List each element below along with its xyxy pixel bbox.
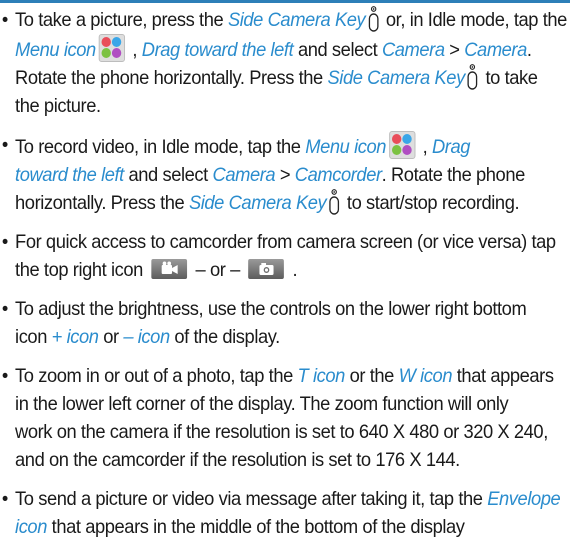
top-rule (0, 0, 570, 3)
bullet: • (1, 231, 8, 253)
side-camera-key-icon (367, 6, 379, 32)
list-item-zoom: • To zoom in or out of a photo, tap the … (0, 362, 570, 474)
menu-icon (388, 131, 416, 159)
list-item-record-video: • To record video, in Idle mode, tap the… (0, 131, 570, 217)
list-item-take-picture: • To take a picture, press the Side Came… (0, 6, 570, 120)
list-item-quick-access: • For quick access to camcorder from cam… (0, 228, 570, 284)
list-item-brightness: • To adjust the brightness, use the cont… (0, 295, 570, 351)
menu-icon (98, 34, 125, 62)
side-camera-key-icon (467, 64, 479, 90)
bullet: • (1, 365, 8, 387)
bullet: • (1, 488, 8, 510)
bullet: • (1, 298, 8, 320)
camcorder-icon (151, 259, 188, 279)
side-camera-key-icon (328, 189, 340, 215)
list-item-send-message: • To send a picture or video via message… (0, 485, 570, 541)
instructions: • To take a picture, press the Side Came… (0, 6, 567, 552)
bullet: • (1, 134, 8, 156)
bullet: • (1, 9, 8, 31)
camera-icon (248, 259, 285, 279)
